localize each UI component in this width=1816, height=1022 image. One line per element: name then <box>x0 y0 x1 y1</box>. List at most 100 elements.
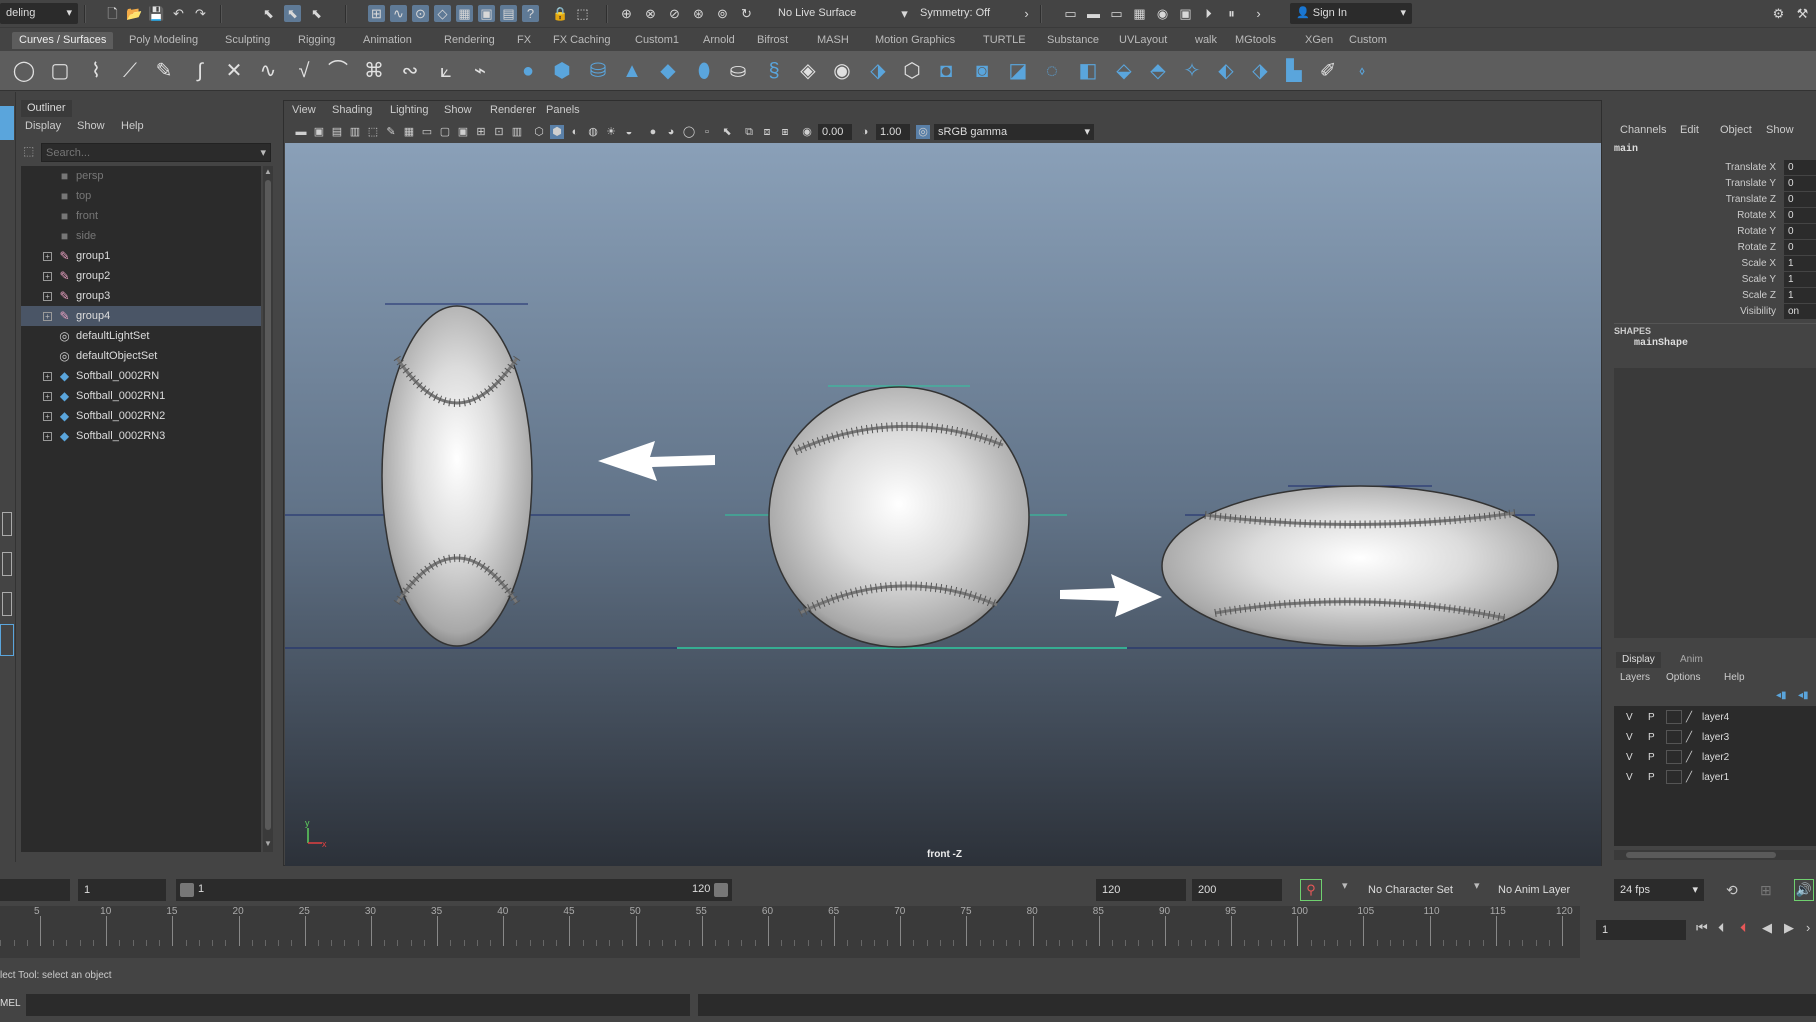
revolve-icon[interactable]: ⛀ <box>726 59 750 83</box>
outliner-item[interactable]: + ◆ Softball_0002RN2 <box>21 406 261 426</box>
shelf-tab-turtle[interactable]: TURTLE <box>976 32 1033 49</box>
time-slider-track[interactable]: 5 10 15 20 25 30 35 40 45 50 55 60 65 70 75 80 85 90 95 100… <box>0 906 1580 958</box>
bevel-icon[interactable]: ◙ <box>970 59 994 83</box>
symmetry-field[interactable]: Symmetry: Off <box>914 3 1014 24</box>
boundary-icon[interactable]: ⬡ <box>900 59 924 83</box>
rebuild-surface-icon[interactable]: ⬫ <box>1350 59 1374 83</box>
field-chart-icon[interactable]: ⊞ <box>474 125 488 139</box>
expand-icon[interactable]: + <box>43 392 52 401</box>
expand-icon[interactable]: + <box>43 312 52 321</box>
shelf-tab-custom1[interactable]: Custom1 <box>628 32 686 49</box>
trim-icon[interactable]: ◧ <box>1076 59 1100 83</box>
isolate-select-icon[interactable]: ⬉ <box>720 125 734 139</box>
shelf-tab-fx[interactable]: FX <box>510 32 538 49</box>
select-camera-icon[interactable]: ▬ <box>294 125 308 139</box>
history-icon[interactable]: ⊕ <box>618 5 635 22</box>
insert-knot-icon[interactable]: ⌘ <box>362 59 386 83</box>
move-layer-up-icon[interactable]: ◂▮ <box>1776 690 1787 701</box>
render-preview-icon[interactable]: ▣ <box>1177 5 1194 22</box>
outliner-item[interactable]: + ◆ Softball_0002RN1 <box>21 386 261 406</box>
outliner-item[interactable]: + ✎ group3 <box>21 286 261 306</box>
expand-icon[interactable]: + <box>43 432 52 441</box>
tab-display[interactable]: Display <box>1616 652 1661 668</box>
refresh-icon[interactable]: ↻ <box>738 5 755 22</box>
channel-attribute-row[interactable]: Translate Z 0 <box>1610 192 1816 208</box>
shadows-icon[interactable]: ◒ <box>622 125 636 139</box>
align-surface-icon[interactable]: ⬖ <box>1214 59 1238 83</box>
shelf-tab-mgtools[interactable]: MGtools <box>1228 32 1283 49</box>
shelf-tab-substance[interactable]: Substance <box>1040 32 1106 49</box>
nurbs-square-icon[interactable]: ▢ <box>48 59 72 83</box>
viewport-scene[interactable]: y x front -Z <box>285 143 1601 866</box>
safe-title-icon[interactable]: ▥ <box>510 125 524 139</box>
range-start-field[interactable]: 1 <box>78 879 166 901</box>
chevron-down-icon[interactable]: ▾ <box>1474 879 1480 892</box>
move-layer-down-icon[interactable]: ◂▮ <box>1798 690 1809 701</box>
attach-surface-icon[interactable]: ⬘ <box>1146 59 1170 83</box>
undo-icon[interactable]: ↶ <box>170 5 187 22</box>
layer-visibility-toggle[interactable]: V <box>1626 748 1633 767</box>
layer-visibility-toggle[interactable]: V <box>1626 728 1633 747</box>
cv-curve-icon[interactable]: ⌇ <box>84 59 108 83</box>
shelf-tab-arnold[interactable]: Arnold <box>696 32 742 49</box>
fps-dropdown[interactable]: 24 fps ▾ <box>1614 879 1704 901</box>
ep-curve-icon[interactable]: ⟋ <box>118 59 142 83</box>
layer-color-swatch[interactable]: ╱ <box>1686 748 1692 767</box>
snap-curve-icon[interactable]: ∿ <box>390 5 407 22</box>
layer-row[interactable]: V P ╱ layer2 <box>1622 748 1816 767</box>
shelf-tab-poly-modeling[interactable]: Poly Modeling <box>122 32 205 49</box>
outliner-search-input[interactable] <box>42 144 242 161</box>
step-back-key-icon[interactable]: ⏴ <box>1740 920 1747 936</box>
snap-point-icon[interactable]: ⊙ <box>412 5 429 22</box>
render-icon[interactable]: ⊗ <box>642 5 659 22</box>
layer-row[interactable]: V P ╱ layer4 <box>1622 708 1816 727</box>
channel-attribute-value[interactable]: 0 <box>1784 240 1816 255</box>
hypershade-icon[interactable]: ⊚ <box>714 5 731 22</box>
current-frame-field[interactable]: 1 <box>1596 920 1686 940</box>
layer-row[interactable]: V P ╱ layer1 <box>1622 768 1816 787</box>
project-curve-icon[interactable]: ◪ <box>1006 59 1030 83</box>
layer-color-swatch[interactable]: ╱ <box>1686 728 1692 747</box>
play-backwards-icon[interactable]: ◀ <box>1762 920 1772 936</box>
render-frame-icon[interactable]: ▭ <box>1062 5 1079 22</box>
lock-icon[interactable]: 🔒 <box>552 5 569 22</box>
shelf-tab-curves-surfaces[interactable]: Curves / Surfaces <box>12 32 114 49</box>
snap-surface-icon[interactable]: ▦ <box>456 5 473 22</box>
birail-icon[interactable]: ⬗ <box>866 59 890 83</box>
insert-isoparm-icon[interactable]: ▙ <box>1282 59 1306 83</box>
shelf-tab-walk[interactable]: walk <box>1188 32 1224 49</box>
select-tool-icon[interactable] <box>0 106 14 140</box>
gamma-field[interactable]: 1.00 <box>876 124 910 140</box>
channel-menu-show[interactable]: Show <box>1766 124 1794 136</box>
nurbs-plane-icon[interactable]: ◆ <box>656 59 680 83</box>
color-space-dropdown[interactable]: sRGB gamma ▾ <box>934 124 1094 140</box>
gamma-icon[interactable]: ◑ <box>858 125 872 139</box>
command-language-label[interactable]: MEL <box>0 998 21 1009</box>
viewport-menu-show[interactable]: Show <box>444 104 472 116</box>
viewport-menu-shading[interactable]: Shading <box>332 104 372 116</box>
loop-icon[interactable]: ⟲ <box>1726 882 1738 899</box>
viewport-menu-view[interactable]: View <box>292 104 316 116</box>
nurbs-torus-icon[interactable]: ⬮ <box>692 59 716 83</box>
layer-row[interactable]: V P ╱ layer3 <box>1622 728 1816 747</box>
xray-joints-icon[interactable]: ⧈ <box>760 125 774 139</box>
cache-icon[interactable]: ⊞ <box>1760 882 1772 899</box>
layer-horizontal-scrollbar[interactable] <box>1614 850 1816 860</box>
scene-start-field[interactable] <box>0 879 70 901</box>
chevron-down-icon[interactable]: ▾ <box>1342 879 1348 892</box>
options-menu[interactable]: Options <box>1666 672 1700 683</box>
shelf-tab-mash[interactable]: MASH <box>810 32 856 49</box>
expand-icon[interactable]: + <box>43 372 52 381</box>
bookmark-icon[interactable]: ▤ <box>330 125 344 139</box>
render-sequence-icon[interactable]: ▦ <box>1131 5 1148 22</box>
snap-view-icon[interactable]: ◇ <box>434 5 451 22</box>
anim-end-field[interactable]: 120 <box>1096 879 1186 901</box>
untrim-icon[interactable]: ⬙ <box>1112 59 1136 83</box>
redo-icon[interactable]: ↷ <box>192 5 209 22</box>
nurbs-sphere-icon[interactable]: ● <box>516 59 540 83</box>
layer-playback-toggle[interactable]: P <box>1648 728 1655 747</box>
layer-display-type-toggle[interactable] <box>1666 730 1682 744</box>
channel-attribute-row[interactable]: Translate X 0 <box>1610 160 1816 176</box>
side-by-side-icon[interactable] <box>2 592 12 616</box>
smooth-shade-icon[interactable]: ⬢ <box>550 125 564 139</box>
